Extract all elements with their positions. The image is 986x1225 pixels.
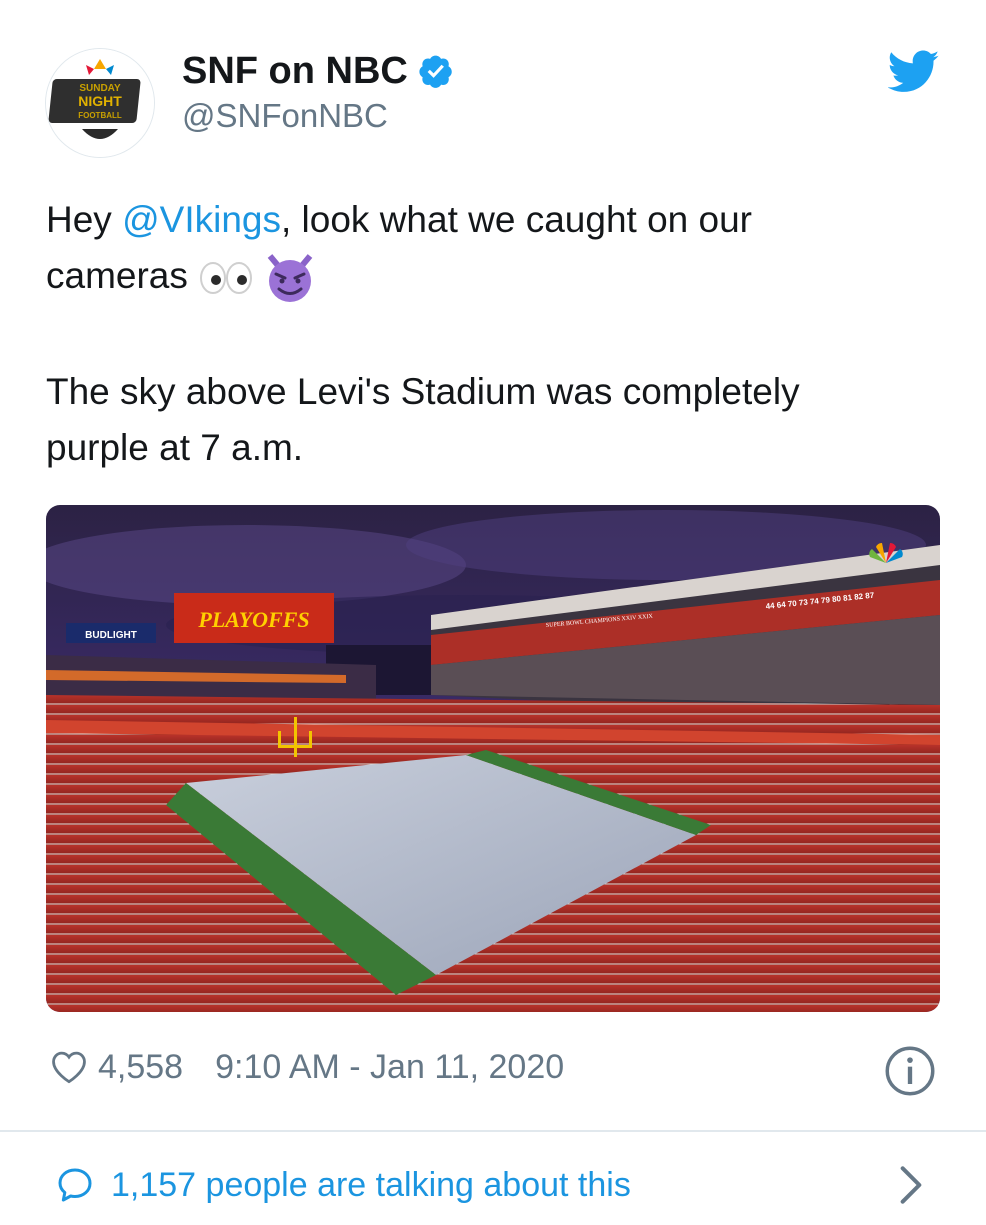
twitter-bird-icon[interactable] [888, 50, 940, 94]
display-name[interactable]: SNF on NBC [182, 48, 454, 94]
smiling-imp-emoji [268, 254, 313, 303]
tweet-photo[interactable]: 44 64 70 73 74 79 80 81 82 87 SUPER BOWL… [46, 505, 940, 1012]
tweet-text-segment: cameras [46, 255, 188, 296]
tweet-text-paragraph-1: Hey @VIkings, look what we caught on our… [46, 192, 946, 304]
svg-text:FOOTBALL: FOOTBALL [78, 111, 122, 120]
timestamp[interactable]: 9:10 AM - Jan 11, 2020 [215, 1048, 564, 1087]
info-icon[interactable] [884, 1045, 936, 1097]
display-name-text: SNF on NBC [182, 50, 408, 92]
svg-text:BUDLIGHT: BUDLIGHT [85, 630, 137, 641]
tweet-text-segment: The sky above Levi's Stadium was complet… [46, 371, 800, 412]
divider [0, 1130, 986, 1132]
verified-badge-icon [419, 55, 452, 88]
speech-bubble-icon [58, 1168, 92, 1202]
mention-link[interactable]: @VIkings [122, 199, 281, 240]
handle[interactable]: @SNFonNBC [182, 96, 388, 136]
svg-text:PLAYOFFS: PLAYOFFS [197, 607, 309, 632]
tweet-text-segment: Hey [46, 199, 123, 240]
tweet-footer: 4,558 9:10 AM - Jan 11, 2020 [50, 1042, 940, 1092]
conversation-link[interactable]: 1,157 people are talking about this [55, 1160, 935, 1210]
tweet-text-segment: purple at 7 a.m. [46, 427, 304, 468]
svg-text:NIGHT: NIGHT [78, 93, 122, 109]
like-button[interactable]: 4,558 [50, 1048, 183, 1087]
eyes-emoji [200, 262, 253, 295]
snf-logo: SUNDAY NIGHT FOOTBALL [46, 49, 154, 157]
tweet-text-segment: , look what we caught on our [280, 199, 752, 240]
tweet-text-paragraph-2: The sky above Levi's Stadium was complet… [46, 364, 946, 476]
heart-icon [52, 1051, 86, 1084]
stadium-photo: 44 64 70 73 74 79 80 81 82 87 SUPER BOWL… [46, 505, 940, 1012]
like-count: 4,558 [98, 1047, 184, 1086]
conversation-link-text: 1,157 people are talking about this [111, 1165, 631, 1204]
chevron-right-icon[interactable] [898, 1165, 924, 1205]
avatar[interactable]: SUNDAY NIGHT FOOTBALL [45, 48, 155, 158]
